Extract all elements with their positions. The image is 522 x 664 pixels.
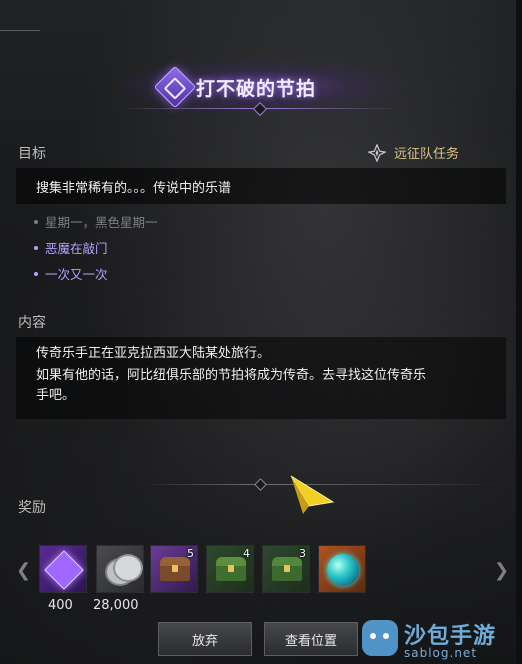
content-box: 传奇乐手正在亚克拉西亚大陆某处旅行。 如果有他的话，阿比纽俱乐部的节拍将成为传奇… (16, 337, 506, 419)
reward-slot[interactable] (96, 545, 144, 593)
separator-line (140, 484, 256, 485)
subtask-item: 星期一，黑色星期一 (34, 212, 158, 231)
content-line: 如果有他的话，阿比纽俱乐部的节拍将成为传奇。去寻找这位传奇乐 (36, 368, 427, 383)
quest-category-label: 远征队任务 (394, 147, 460, 162)
purple-gem-icon (44, 550, 84, 590)
rewards-prev-arrow-icon[interactable]: ❮ (16, 560, 31, 581)
top-divider (0, 30, 40, 31)
watermark: 沙包手游 sablog.net (362, 618, 522, 664)
reward-slot[interactable]: 5 (150, 545, 198, 593)
reward-count: 5 (187, 547, 194, 560)
reward-slot[interactable]: 3 (262, 545, 310, 593)
content-line: 手吧。 (36, 388, 76, 403)
watermark-url: sablog.net (404, 646, 478, 660)
subtask-item: 一次又一次 (34, 264, 108, 283)
view-location-button[interactable]: 查看位置 (264, 622, 358, 656)
cyan-orb-icon (327, 554, 359, 586)
objective-box: 搜集非常稀有的。。。传说中的乐谱 (16, 168, 506, 204)
reward-count: 3 (299, 547, 306, 560)
content-label: 内容 (18, 315, 46, 331)
watermark-logo-icon (362, 620, 398, 656)
pointer-cursor-icon (290, 475, 335, 514)
objective-label: 目标 (18, 146, 46, 162)
reward-value: 400 (48, 598, 73, 613)
quest-title: 打不破的节拍 (196, 78, 317, 100)
objective-text: 搜集非常稀有的。。。传说中的乐谱 (36, 181, 232, 196)
reward-value: 28,000 (93, 598, 139, 613)
reward-slot[interactable]: 4 (206, 545, 254, 593)
content-line: 传奇乐手正在亚克拉西亚大陆某处旅行。 (36, 346, 271, 361)
abandon-button[interactable]: 放弃 (158, 622, 252, 656)
subtask-item: 恶魔在敲门 (34, 238, 108, 257)
window-edge (516, 0, 522, 664)
quest-category: 远征队任务 (368, 143, 459, 162)
expedition-emblem-icon (368, 143, 386, 162)
reward-slot[interactable] (318, 545, 366, 593)
rewards-next-arrow-icon[interactable]: ❯ (494, 560, 509, 581)
reward-count: 4 (243, 547, 250, 560)
rewards-label: 奖励 (18, 500, 46, 516)
reward-slot[interactable] (39, 545, 87, 593)
